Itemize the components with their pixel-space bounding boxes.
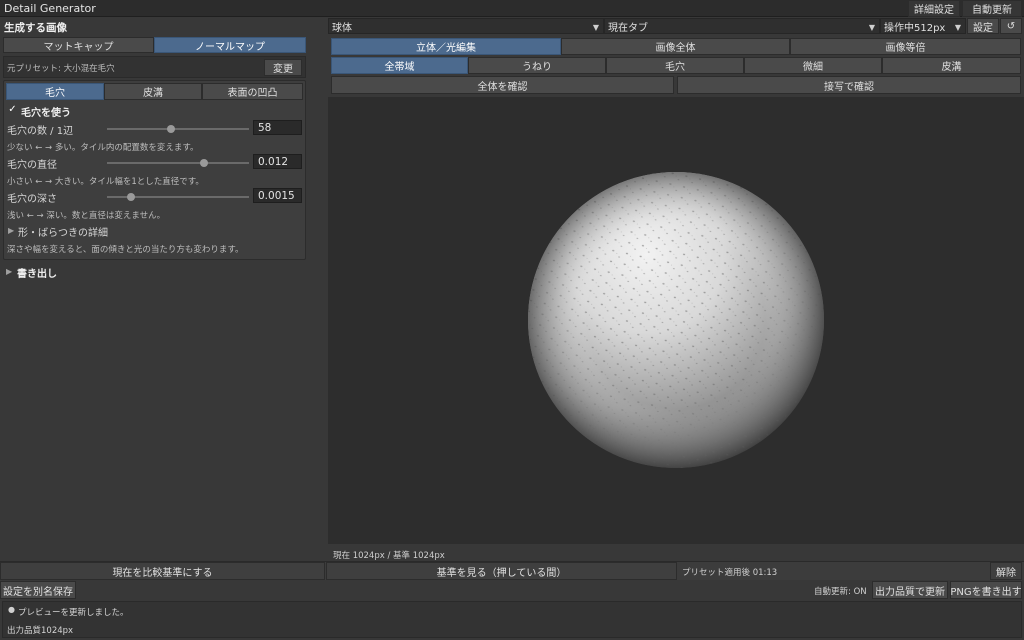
tab-skin-grooves[interactable]: 皮溝 bbox=[104, 83, 202, 100]
pore-depth-label: 毛穴の深さ bbox=[7, 194, 57, 205]
confirm-closeup-button[interactable]: 接写で確認 bbox=[677, 76, 1021, 94]
tab-select[interactable]: 現在タブ ▼ bbox=[604, 18, 880, 34]
resolution-info: 現在 1024px / 基準 1024px bbox=[333, 551, 445, 561]
preview-viewport[interactable] bbox=[328, 97, 1024, 544]
set-baseline-button[interactable]: 現在を比較基準にする bbox=[0, 562, 325, 580]
resolution-select[interactable]: 操作中512px ▼ bbox=[880, 18, 966, 34]
use-pores-label: 毛穴を使う bbox=[21, 108, 71, 119]
save-as-button[interactable]: 設定を別名保存 bbox=[0, 581, 76, 599]
pore-diameter-input[interactable]: 0.012 bbox=[253, 154, 302, 169]
pore-count-input[interactable]: 58 bbox=[253, 120, 302, 135]
tab-skin-grooves-band[interactable]: 皮溝 bbox=[882, 57, 1021, 74]
chevron-down-icon: ▼ bbox=[954, 23, 961, 32]
preset-label: 元プリセット: 大小混在毛穴 bbox=[7, 64, 115, 74]
pore-depth-slider-knob[interactable] bbox=[127, 193, 135, 201]
pore-count-hint: 少ない ← → 多い。タイル内の配置数を変えます。 bbox=[7, 143, 199, 153]
shape-select-value: 球体 bbox=[332, 22, 352, 34]
auto-update-status: 自動更新: ON bbox=[814, 587, 867, 597]
sphere-preview bbox=[528, 172, 824, 468]
tab-undulation[interactable]: うねり bbox=[468, 57, 606, 74]
bullet-icon: ● bbox=[8, 605, 15, 614]
pore-depth-input[interactable]: 0.0015 bbox=[253, 188, 302, 203]
tab-all-bands[interactable]: 全帯域 bbox=[331, 57, 468, 74]
pore-diameter-slider-knob[interactable] bbox=[200, 159, 208, 167]
app-title: Detail Generator bbox=[4, 2, 96, 15]
log-panel bbox=[2, 601, 1022, 638]
pore-diameter-slider[interactable] bbox=[107, 162, 249, 164]
expand-arrow-icon[interactable]: ▶ bbox=[8, 226, 14, 235]
pore-count-label: 毛穴の数 / 1辺 bbox=[7, 126, 74, 137]
tab-3d-light-edit[interactable]: 立体／光編集 bbox=[331, 38, 561, 55]
use-pores-checkbox[interactable]: ✓ bbox=[7, 104, 18, 115]
settings-button[interactable]: 設定 bbox=[967, 18, 999, 34]
confirm-all-button[interactable]: 全体を確認 bbox=[331, 76, 674, 94]
tab-surface-bumps[interactable]: 表面の凹凸 bbox=[202, 83, 303, 100]
chevron-down-icon: ▼ bbox=[868, 23, 875, 32]
release-button[interactable]: 解除 bbox=[990, 562, 1022, 580]
tab-fine[interactable]: 微細 bbox=[744, 57, 882, 74]
shape-details-label[interactable]: 形・ばらつきの詳細 bbox=[18, 224, 108, 239]
export-label[interactable]: 書き出し bbox=[17, 265, 57, 280]
resolution-select-value: 操作中512px bbox=[884, 22, 946, 34]
pore-count-slider[interactable] bbox=[107, 128, 249, 130]
update-quality-button[interactable]: 出力品質で更新 bbox=[872, 581, 948, 599]
chevron-down-icon: ▼ bbox=[592, 23, 599, 32]
pore-count-slider-knob[interactable] bbox=[167, 125, 175, 133]
auto-update-button[interactable]: 自動更新 bbox=[962, 0, 1022, 17]
pore-diameter-hint: 小さい ← → 大きい。タイル幅を1とした直径です。 bbox=[7, 177, 204, 187]
tab-normal-map[interactable]: ノーマルマップ bbox=[154, 37, 306, 53]
refresh-icon[interactable]: ↺ bbox=[1000, 18, 1022, 34]
change-button[interactable]: 変更 bbox=[264, 59, 302, 76]
preset-applied-status: プリセット適用後 01:13 bbox=[682, 568, 778, 578]
shape-details-hint: 深さや幅を変えると、面の傾きと光の当たり方も変わります。 bbox=[7, 245, 244, 255]
tab-pores-band[interactable]: 毛穴 bbox=[606, 57, 744, 74]
output-quality: 出力品質1024px bbox=[7, 626, 74, 636]
title-bar bbox=[0, 0, 1024, 17]
advanced-settings-button[interactable]: 詳細設定 bbox=[908, 0, 960, 17]
export-png-button[interactable]: PNGを書き出す bbox=[950, 581, 1022, 599]
pore-diameter-label: 毛穴の直径 bbox=[7, 160, 57, 171]
view-baseline-button[interactable]: 基準を見る（押している間） bbox=[326, 562, 677, 580]
tab-image-full[interactable]: 画像全体 bbox=[561, 38, 790, 55]
shape-select[interactable]: 球体 ▼ bbox=[328, 18, 604, 34]
log-message: プレビューを更新しました。 bbox=[18, 608, 129, 618]
section-title: 生成する画像 bbox=[4, 22, 67, 34]
tab-matcap[interactable]: マットキャップ bbox=[3, 37, 154, 53]
export-expand-icon[interactable]: ▶ bbox=[6, 267, 12, 276]
tab-image-actual[interactable]: 画像等倍 bbox=[790, 38, 1021, 55]
tab-pores[interactable]: 毛穴 bbox=[6, 83, 104, 100]
pore-depth-hint: 浅い ← → 深い。数と直径は変えません。 bbox=[7, 211, 166, 221]
tab-select-value: 現在タブ bbox=[608, 22, 648, 34]
